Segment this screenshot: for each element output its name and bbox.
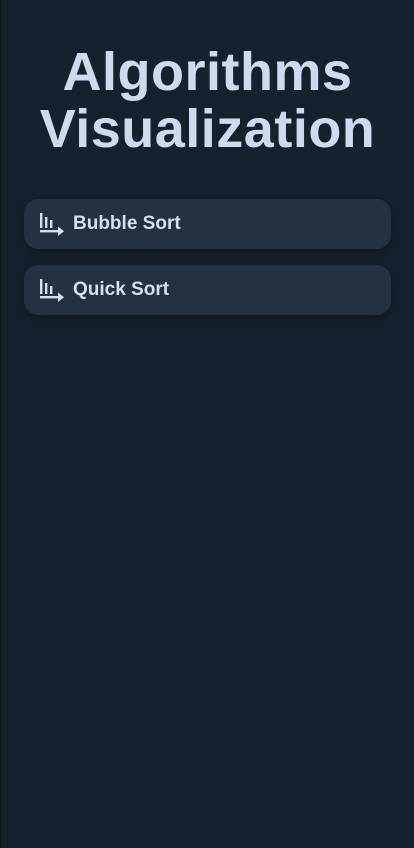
bubble-sort-label: Bubble Sort: [73, 213, 181, 234]
quick-sort-button[interactable]: Quick Sort: [24, 265, 391, 315]
bubble-sort-button[interactable]: Bubble Sort: [24, 199, 391, 249]
page-title-line2: Visualization: [39, 99, 376, 159]
page-title: Algorithms Visualization: [1, 0, 414, 158]
app-screen: Algorithms Visualization Bubble Sort Qui…: [0, 0, 414, 848]
bar-chart-arrow-icon: [39, 211, 65, 237]
bar-chart-arrow-icon: [39, 277, 65, 303]
quick-sort-label: Quick Sort: [73, 279, 170, 300]
algorithm-menu: Bubble Sort Quick Sort: [24, 199, 391, 331]
page-title-line1: Algorithms: [62, 42, 353, 102]
